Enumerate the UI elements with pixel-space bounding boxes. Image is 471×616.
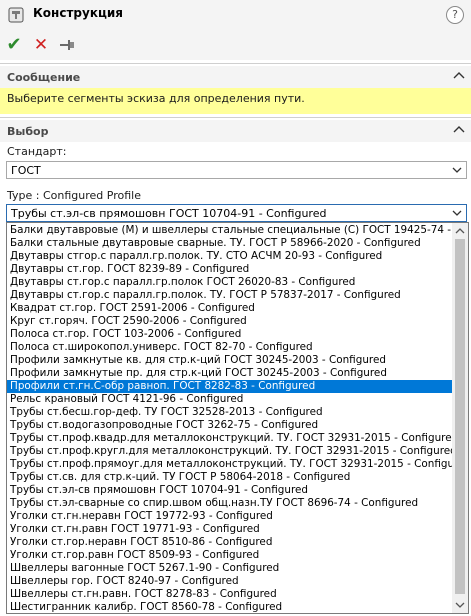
type-label: Type : Configured Profile (7, 189, 141, 202)
selection-section-title: Выбор (7, 125, 49, 138)
profile-list-items: Балки двутавровые (М) и швеллеры стальны… (7, 224, 452, 613)
list-item[interactable]: Квадрат ст.гор. ГОСТ 2591-2006 - Configu… (7, 302, 452, 315)
profile-dropdown-list[interactable]: Балки двутавровые (М) и швеллеры стальны… (6, 222, 469, 614)
scroll-down-icon[interactable] (455, 601, 465, 609)
scrollbar[interactable] (452, 223, 468, 613)
list-item[interactable]: Трубы ст.бесш.гор-деф. ТУ ГОСТ 32528-201… (7, 406, 452, 419)
list-item[interactable]: Швеллеры вагонные ГОСТ 5267.1-90 - Confi… (7, 562, 452, 575)
chevron-down-icon (452, 167, 462, 173)
list-item[interactable]: Трубы ст.проф.прямоуг.для металлоконстру… (7, 458, 452, 471)
cancel-button[interactable]: ✕ (31, 35, 51, 55)
list-item[interactable]: Уголки ст.гор.неравн ГОСТ 8510-86 - Conf… (7, 536, 452, 549)
list-item[interactable]: Шестигранник калибр. ГОСТ 8560-78 - Conf… (7, 601, 452, 613)
standard-label: Стандарт: (7, 145, 67, 158)
list-item[interactable]: Профили замкнутые пр. для стр.к-ций ГОСТ… (7, 367, 452, 380)
ok-button[interactable]: ✔ (4, 35, 24, 55)
list-item[interactable]: Двутавры ст.гор.с паралл.гр.полок ГОСТ 2… (7, 276, 452, 289)
list-item[interactable]: Трубы ст.проф.квадр.для металлоконструкц… (7, 432, 452, 445)
list-item[interactable]: Швеллеры ст.гн.равн. ГОСТ 8278-83 - Conf… (7, 588, 452, 601)
message-section-header[interactable]: Сообщение (0, 66, 471, 88)
message-text: Выберите сегменты эскиза для определения… (7, 92, 305, 105)
list-item[interactable]: Швеллеры гор. ГОСТ 8240-97 - Configured (7, 575, 452, 588)
structure-feature-icon (8, 7, 24, 23)
type-select[interactable]: Трубы ст.эл-св прямошовн ГОСТ 10704-91 -… (6, 204, 467, 222)
list-item[interactable]: Двутавры ст.гор. ГОСТ 8239-89 - Configur… (7, 263, 452, 276)
list-item[interactable]: Полоса ст.гор. ГОСТ 103-2006 - Configure… (7, 328, 452, 341)
list-item[interactable]: Полоса ст.широкопол.универс. ГОСТ 82-70 … (7, 341, 452, 354)
list-item[interactable]: Рельс крановый ГОСТ 4121-96 - Configured (7, 393, 452, 406)
title-bar: Конструкция ? (0, 0, 471, 30)
toolbar: ✔ ✕ (0, 30, 471, 60)
list-item[interactable]: Трубы ст.св. для стр.к-ций. ТУ ГОСТ Р 58… (7, 471, 452, 484)
standard-value: ГОСТ (11, 164, 41, 177)
divider (0, 117, 471, 118)
collapse-caret-icon[interactable] (453, 124, 465, 136)
help-icon[interactable]: ? (446, 6, 464, 24)
list-item[interactable]: Балки стальные двутавровые сварные. ТУ. … (7, 237, 452, 250)
list-item[interactable]: Двутавры ст.гор.с паралл.гр.полок. ТУ. Г… (7, 289, 452, 302)
list-item[interactable]: Уголки ст.гн.равн ГОСТ 19771-93 - Config… (7, 523, 452, 536)
chevron-down-icon (452, 210, 462, 216)
list-item[interactable]: Трубы ст.проф.кругл.для металлоконструкц… (7, 445, 452, 458)
list-item[interactable]: Уголки ст.гн.неравн ГОСТ 19772-93 - Conf… (7, 510, 452, 523)
standard-select[interactable]: ГОСТ (6, 161, 467, 179)
list-item[interactable]: Профили замкнутые кв. для стр.к-ций ГОСТ… (7, 354, 452, 367)
message-box: Выберите сегменты эскиза для определения… (0, 88, 471, 114)
list-item[interactable]: Трубы ст.водогазопроводные ГОСТ 3262-75 … (7, 419, 452, 432)
collapse-caret-icon[interactable] (453, 70, 465, 82)
list-item[interactable]: Профили ст.гн.С-обр равноп. ГОСТ 8282-83… (7, 380, 452, 393)
pin-icon (60, 40, 74, 50)
divider (0, 63, 471, 64)
list-item[interactable]: Балки двутавровые (М) и швеллеры стальны… (7, 224, 452, 237)
list-item[interactable]: Трубы ст.эл-св прямошовн ГОСТ 10704-91 -… (7, 484, 452, 497)
scroll-up-icon[interactable] (455, 227, 465, 235)
list-item[interactable]: Уголки ст.гор.равн ГОСТ 8509-93 - Config… (7, 549, 452, 562)
pin-button[interactable] (57, 35, 77, 55)
type-value: Трубы ст.эл-св прямошовн ГОСТ 10704-91 -… (11, 207, 327, 220)
scrollbar-thumb[interactable] (455, 239, 465, 594)
list-item[interactable]: Трубы ст.эл-сварные со спир.швом общ.наз… (7, 497, 452, 510)
panel-title: Конструкция (33, 6, 123, 20)
selection-section-header[interactable]: Выбор (0, 120, 471, 142)
message-section-title: Сообщение (7, 71, 81, 84)
list-item[interactable]: Круг ст.горяч. ГОСТ 2590-2006 - Configur… (7, 315, 452, 328)
list-item[interactable]: Двутавры стгор.с паралл.гр.полок. ТУ. СТ… (7, 250, 452, 263)
